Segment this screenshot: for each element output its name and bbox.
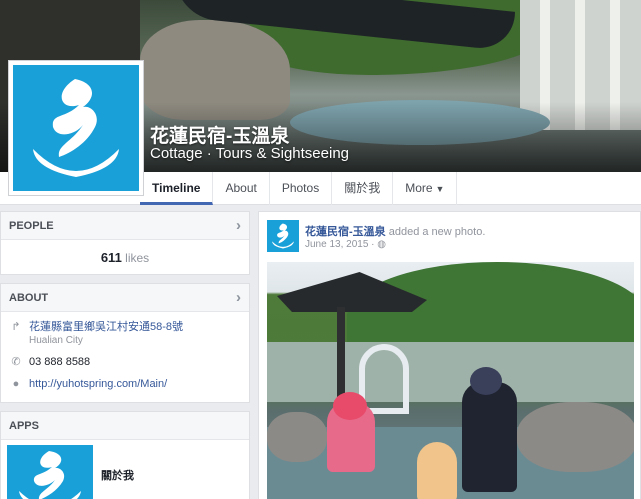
apps-header: APPS (1, 412, 249, 440)
city-text: Hualian City (29, 335, 83, 346)
tab-timeline[interactable]: Timeline (140, 172, 214, 205)
directions-arrow-icon: ↱ (11, 321, 21, 333)
likes-count: 611 (100, 250, 122, 265)
caret-down-icon: ▼ (435, 184, 445, 194)
hot-spring-logo-icon (13, 65, 139, 191)
globe-icon: · ◍ (371, 239, 387, 250)
app-label[interactable]: 關於我 (101, 467, 134, 483)
tab-about[interactable]: About (213, 172, 270, 205)
page-category[interactable]: Cottage · Tours & Sightseeing (150, 145, 349, 162)
profile-picture[interactable] (8, 60, 144, 196)
photo-rock (267, 412, 327, 462)
website-row: ● http://yuhotspring.com/Main/ (1, 378, 249, 391)
post-photo[interactable] (267, 262, 634, 499)
photo-rock (517, 402, 634, 472)
tab-label: Timeline (152, 181, 201, 195)
app-thumbnail[interactable] (7, 445, 93, 499)
post-timestamp[interactable]: June 13, 2015 · ◍ (305, 239, 386, 250)
page-tabs: Timeline About Photos 關於我 More ▼ (140, 172, 458, 205)
about-heading: ABOUT (9, 292, 49, 304)
people-card: PEOPLE › 611 likes (0, 211, 250, 275)
phone-row: ✆ 03 888 8588 (1, 356, 249, 369)
tab-photos[interactable]: Photos (270, 172, 333, 205)
likes-label: likes (125, 251, 150, 265)
phone-icon: ✆ (11, 356, 21, 368)
chevron-right-icon[interactable]: › (236, 212, 241, 240)
post-action: added a new photo. (388, 226, 486, 238)
child-right-cap (470, 367, 502, 395)
tab-label: Photos (281, 181, 320, 195)
tab-about-me[interactable]: 關於我 (332, 172, 394, 205)
globe-icon: ● (12, 378, 20, 390)
tab-label: More (405, 181, 433, 195)
address-link[interactable]: 花蓮縣富里鄉吳江村安通58-8號 (29, 321, 183, 333)
timeline-post: 花蓮民宿-玉溫泉 added a new photo. June 13, 201… (258, 211, 641, 499)
post-date-text: June 13, 2015 (305, 239, 369, 250)
post-avatar[interactable] (267, 220, 299, 252)
people-header[interactable]: PEOPLE › (1, 212, 249, 240)
apps-heading: APPS (9, 420, 39, 432)
child-small (417, 442, 457, 499)
likes-summary[interactable]: 611 likes (1, 240, 249, 265)
tab-label: 關於我 (344, 181, 381, 195)
page-title[interactable]: 花蓮民宿-玉溫泉 (150, 121, 289, 148)
phone-number: 03 888 8588 (29, 356, 91, 368)
photo-building (267, 342, 634, 402)
post-author-link[interactable]: 花蓮民宿-玉溫泉 (305, 226, 386, 238)
apps-card: APPS 關於我 (0, 411, 250, 499)
tab-label: About (225, 181, 257, 195)
about-card: ABOUT › ↱ 花蓮縣富里鄉吳江村安通58-8號 Hualian City … (0, 283, 250, 403)
child-right (462, 382, 517, 492)
post-header: 花蓮民宿-玉溫泉 added a new photo. (305, 223, 485, 239)
tab-more[interactable]: More ▼ (393, 172, 458, 205)
child-left-cap (333, 392, 367, 420)
people-heading: PEOPLE (9, 220, 54, 232)
chevron-right-icon[interactable]: › (236, 284, 241, 312)
address-row: ↱ 花蓮縣富里鄉吳江村安通58-8號 Hualian City (1, 321, 249, 347)
website-link[interactable]: http://yuhotspring.com/Main/ (29, 378, 167, 390)
about-header[interactable]: ABOUT › (1, 284, 249, 312)
